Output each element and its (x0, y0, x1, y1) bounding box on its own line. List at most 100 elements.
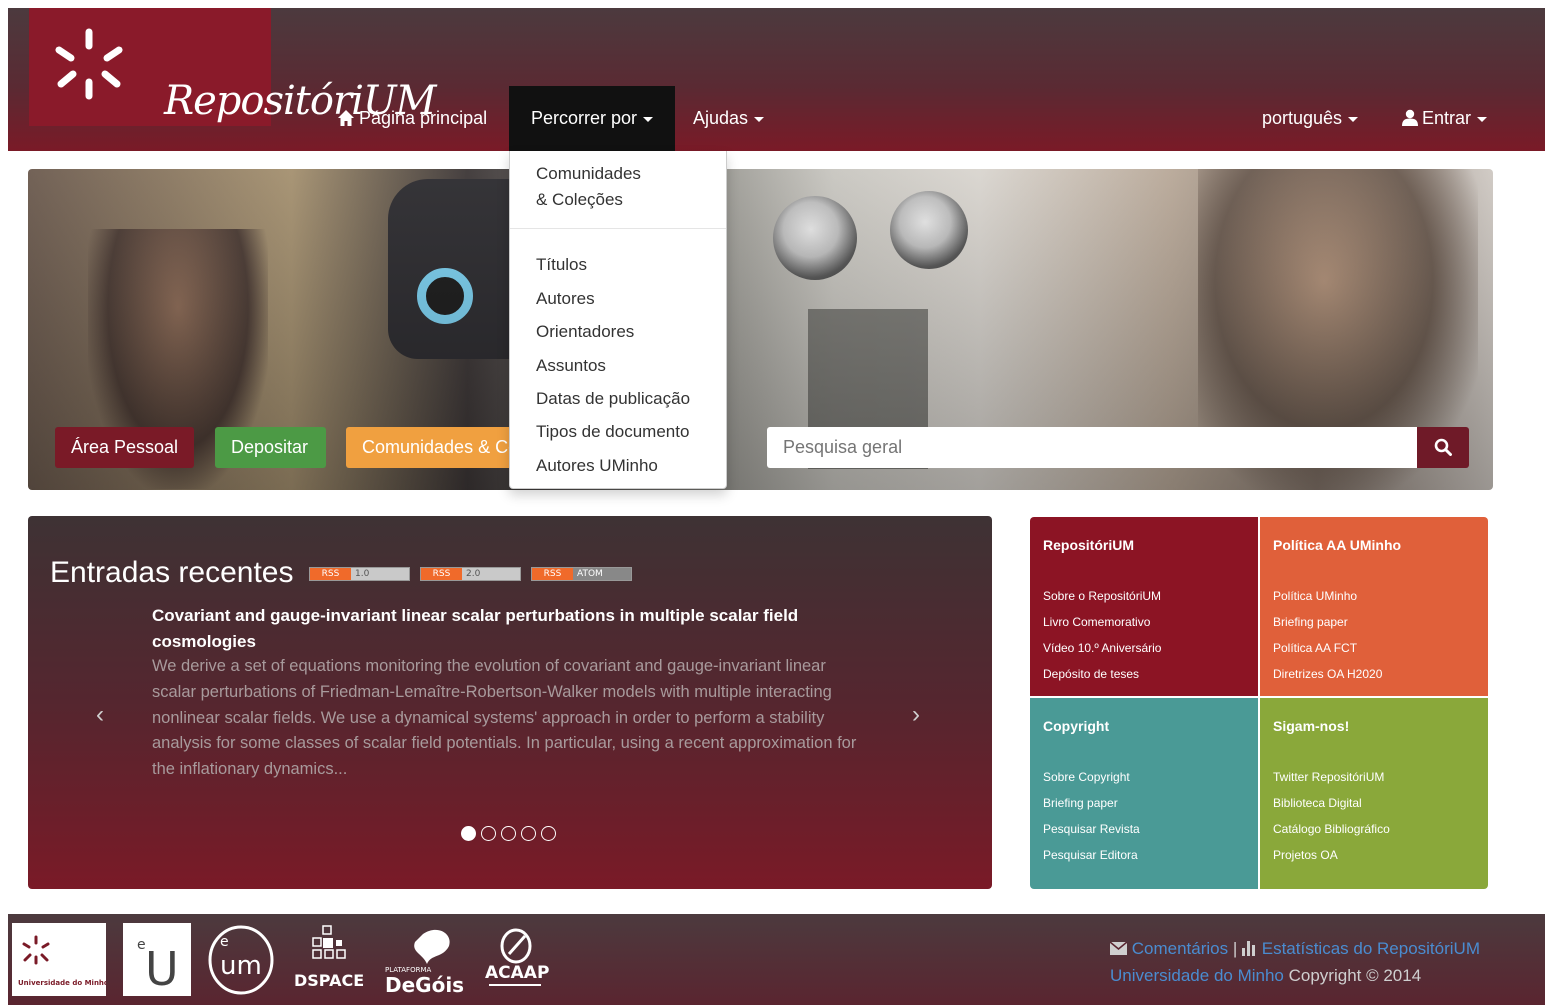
tile-sigam-nos: Sigam-nos! Twitter RepositóriUM Bibliote… (1260, 698, 1488, 889)
rss-badge-right: 1.0 (351, 568, 409, 580)
caret-down-icon (643, 116, 654, 122)
nav-help-dropdown[interactable]: Ajudas (693, 86, 765, 151)
user-icon (1402, 109, 1418, 126)
carousel-next-button[interactable]: › (912, 701, 920, 729)
rss-2-feed-badge[interactable]: RSS 2.0 (420, 567, 521, 581)
nav-browse-label: Percorrer por (530, 108, 638, 128)
footer-links: Comentários | Estatísticas do Repositóri… (1109, 939, 1480, 959)
um-star-icon (55, 28, 123, 100)
rss-badge-right: ATOM (573, 568, 631, 580)
nav-home-label: Página principal (359, 108, 488, 128)
site-logo[interactable]: RepositóriUM (29, 8, 437, 126)
rss-badge-right: 2.0 (462, 568, 520, 580)
search-icon (1434, 438, 1452, 456)
tile-link[interactable]: Pesquisar Editora (1043, 848, 1138, 862)
feedback-link[interactable]: Comentários (1132, 939, 1228, 958)
svg-text:e: e (220, 934, 229, 950)
tile-link[interactable]: Vídeo 10.º Aniversário (1043, 641, 1161, 655)
language-dropdown[interactable]: português (1262, 86, 1359, 151)
acaap-logo-icon[interactable]: ACAAP (481, 924, 551, 996)
tile-link[interactable]: Pesquisar Revista (1043, 822, 1140, 836)
menu-item-autores[interactable]: Autores (536, 289, 595, 309)
tile-title: Copyright (1043, 718, 1110, 734)
menu-item-autores-uminho[interactable]: Autores UMinho (536, 456, 658, 476)
footer-copyright-line: Universidade do Minho Copyright © 2014 (1110, 966, 1421, 986)
search-button[interactable] (1417, 427, 1469, 468)
menu-item-colecoes[interactable]: & Coleções (536, 190, 623, 210)
tile-copyright: Copyright Sobre Copyright Briefing paper… (1030, 698, 1258, 889)
footer: Universidade do Minho e U e um DSPACE PL… (8, 914, 1545, 1005)
degois-logo-text: DeGóis (385, 973, 464, 996)
carousel-dot[interactable] (461, 826, 476, 841)
caret-down-icon (754, 116, 765, 122)
carousel-dot[interactable] (501, 826, 516, 841)
menu-item-datas[interactable]: Datas de publicação (536, 389, 690, 409)
eum-logo-icon[interactable]: e um (206, 922, 276, 997)
nav-home[interactable]: Página principal (337, 86, 487, 151)
tile-link[interactable]: Briefing paper (1273, 615, 1348, 629)
tile-link[interactable]: Depósito de teses (1043, 667, 1139, 681)
bar-chart-icon (1242, 941, 1255, 956)
dspace-logo-text: DSPACE (294, 971, 364, 990)
uminho-star-icon: Universidade do Minho (18, 935, 109, 987)
tile-link[interactable]: Política UMinho (1273, 589, 1357, 603)
menu-item-titulos[interactable]: Títulos (536, 255, 587, 275)
recent-entries-title: Entradas recentes (50, 556, 294, 589)
carousel-dot[interactable] (481, 826, 496, 841)
menu-item-tipos[interactable]: Tipos de documento (536, 422, 689, 442)
tile-link[interactable]: Biblioteca Digital (1273, 796, 1362, 810)
menu-divider (510, 228, 726, 229)
menu-item-assuntos[interactable]: Assuntos (536, 356, 606, 376)
entry-abstract: We derive a set of equations monitoring … (152, 657, 857, 779)
dspace-logo-icon[interactable]: DSPACE (291, 924, 373, 996)
tile-link[interactable]: Catálogo Bibliográfico (1273, 822, 1390, 836)
tile-link[interactable]: Twitter RepositóriUM (1273, 770, 1384, 784)
entry-title-link[interactable]: Covariant and gauge-invariant linear sca… (152, 603, 852, 655)
depositar-button[interactable]: Depositar (215, 427, 326, 468)
tile-title: RepositóriUM (1043, 537, 1134, 553)
svg-text:U: U (145, 942, 179, 996)
carousel-dot[interactable] (521, 826, 536, 841)
tile-title: Política AA UMinho (1273, 537, 1402, 553)
tile-title: Sigam-nos! (1273, 718, 1350, 734)
menu-item-orientadores[interactable]: Orientadores (536, 322, 634, 342)
university-link[interactable]: Universidade do Minho (1110, 966, 1284, 985)
uminho-logo-caption: Universidade do Minho (18, 979, 106, 987)
eu-icon: e U (137, 937, 179, 996)
tile-link[interactable]: Projetos OA (1273, 848, 1338, 862)
tile-repositorium: RepositóriUM Sobre o RepositóriUM Livro … (1030, 517, 1258, 696)
search-input[interactable] (767, 427, 1417, 468)
carousel-dot[interactable] (541, 826, 556, 841)
svg-text:um: um (220, 951, 262, 981)
menu-item-comunidades[interactable]: Comunidades (536, 164, 641, 184)
login-dropdown[interactable]: Entrar (1401, 86, 1488, 151)
envelope-icon (1109, 941, 1128, 955)
area-pessoal-button[interactable]: Área Pessoal (55, 427, 194, 468)
uminho-logo[interactable]: Universidade do Minho (12, 923, 109, 996)
nav-browse-dropdown[interactable]: Percorrer por (509, 86, 675, 151)
carousel-prev-button[interactable]: ‹ (96, 701, 104, 729)
tile-link[interactable]: Briefing paper (1043, 796, 1118, 810)
browse-dropdown-menu: Comunidades & Coleções Títulos Autores O… (509, 151, 727, 489)
copyright-text: Copyright © 2014 (1288, 966, 1422, 985)
eu-logo[interactable]: e U (123, 923, 191, 996)
footer-separator: | (1232, 939, 1238, 958)
login-label: Entrar (1422, 108, 1472, 128)
recent-entries-carousel: Entradas recentes RSS 1.0 RSS 2.0 RSS ATOM … (28, 516, 992, 889)
rss-badge-left: RSS (421, 568, 462, 580)
tile-link[interactable]: Sobre Copyright (1043, 770, 1130, 784)
caret-down-icon (1477, 116, 1488, 122)
degois-logo-icon[interactable]: PLATAFORMA DeGóis (383, 924, 465, 996)
acaap-logo-text: ACAAP (485, 963, 549, 983)
statistics-link[interactable]: Estatísticas do RepositóriUM (1262, 939, 1480, 958)
atom-feed-badge[interactable]: RSS ATOM (531, 567, 632, 581)
tile-link[interactable]: Política AA FCT (1273, 641, 1357, 655)
rss-1-feed-badge[interactable]: RSS 1.0 (309, 567, 410, 581)
tile-link[interactable]: Sobre o RepositóriUM (1043, 589, 1161, 603)
tile-link[interactable]: Livro Comemorativo (1043, 615, 1150, 629)
tile-link[interactable]: Diretrizes OA H2020 (1273, 667, 1382, 681)
rss-badge-left: RSS (532, 568, 573, 580)
carousel-indicators (461, 826, 556, 842)
rss-badge-left: RSS (310, 568, 351, 580)
top-navbar: RepositóriUM Página principal Percorrer … (8, 8, 1545, 151)
